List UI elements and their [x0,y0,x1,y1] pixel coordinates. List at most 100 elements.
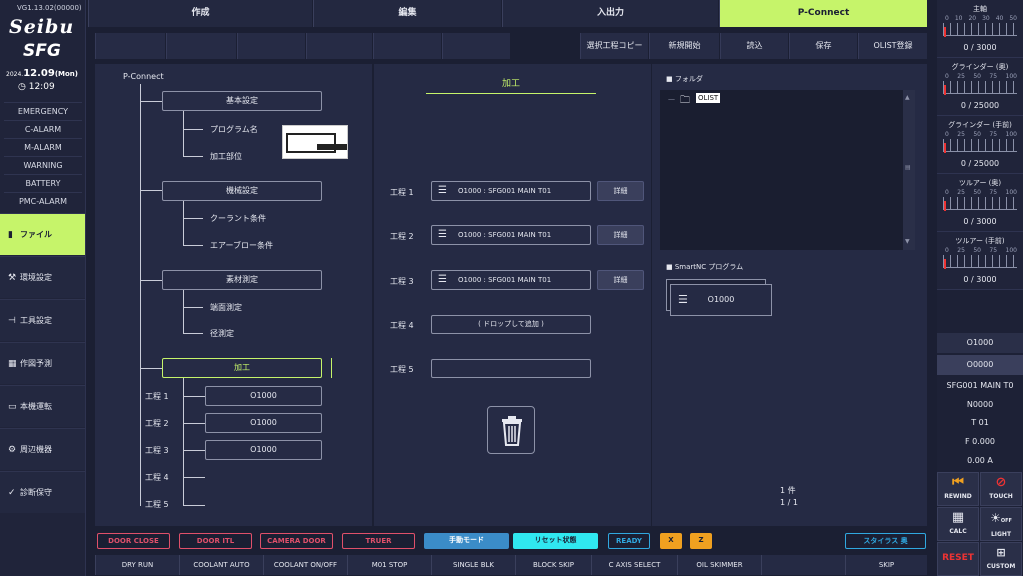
folder-tree-view[interactable]: — 🗀 OLIST ▲ ▤ ▼ [660,90,915,250]
tree-end-face[interactable]: 端面測定 [210,302,242,313]
subtab-2[interactable] [166,33,236,59]
light-button[interactable]: ☀OFF LIGHT [980,507,1022,541]
gauge-title: グラインダー (奥) [951,63,1009,71]
tree-diameter[interactable]: 径測定 [210,328,234,339]
nav-peripheral[interactable]: ⚙ 周辺機器 [0,428,85,470]
olist-register-button[interactable]: OLIST登録 [858,33,927,59]
tree-machine-settings[interactable]: 機械設定 [162,181,322,201]
oil-skimmer-key[interactable]: OIL SKIMMER [677,555,761,575]
nav-tool[interactable]: ⊣ 工具設定 [0,299,85,341]
tab-edit[interactable]: 編集 [313,0,501,27]
tree-basic-settings[interactable]: 基本設定 [162,91,322,111]
tree-airblow[interactable]: エアーブロー条件 [210,240,273,251]
folder-item-olist[interactable]: OLIST [696,93,721,103]
nav-schedule[interactable]: ▦ 作図予測 [0,342,85,384]
tree-step-label: 工程 4 [145,473,169,482]
scroll-down-icon[interactable]: ▼ [905,238,910,245]
tree-step-label: 工程 1 [145,392,169,401]
grid-icon: ⊞ [996,546,1006,559]
step-program-slot[interactable]: ☰ O1000 : SFG001 MAIN T01 [431,225,591,245]
nav-environment[interactable]: ⚒ 環境設定 [0,256,85,298]
tree-branch [183,423,205,424]
scroll-up-icon[interactable]: ▲ [905,94,910,101]
single-block-key[interactable]: SINGLE BLK [431,555,515,575]
tree-step-program[interactable]: O1000 [205,386,322,406]
gauge-scale: 0 25 50 75 100 [945,131,1017,138]
gauge-value: 0 / 3000 [963,275,997,284]
c-axis-select-key[interactable]: C AXIS SELECT [591,555,677,575]
calc-button[interactable]: ▦ CALC [937,507,979,541]
tree-material-measure[interactable]: 素材測定 [162,270,322,290]
truer-status: TRUER [342,533,415,549]
step-empty-slot[interactable] [431,359,591,378]
new-start-button[interactable]: 新規開始 [649,33,719,59]
tool-number: T 01 [971,418,989,427]
step-program-slot[interactable]: ☰ O1000 : SFG001 MAIN T01 [431,181,591,201]
gauge-scale: 0 10 20 30 40 50 [945,15,1017,22]
coolant-auto-key[interactable]: COOLANT AUTO [179,555,263,575]
tree-root: P-Connect [123,72,164,81]
touch-button[interactable]: ⊘ TOUCH [980,472,1022,506]
reset-state-status: リセット状態 [513,533,598,549]
alarm-c: C-ALARM [4,120,82,137]
custom-button[interactable]: ⊞ CUSTOM [980,542,1022,576]
door-itl-status: DOOR ITL [179,533,252,549]
rewind-icon: ⏮ [952,475,964,490]
step-drop-slot[interactable]: ( ドロップして追加 ) [431,315,591,334]
skip-key[interactable]: SKIP [845,555,927,575]
wrench-icon: ⚒ [8,273,17,283]
save-button[interactable]: 保存 [789,33,857,59]
tab-create[interactable]: 作成 [88,0,312,27]
tree-trunk [140,84,141,506]
detail-button[interactable]: 詳細 [597,270,644,290]
gauge-value: 0 / 25000 [960,159,1000,168]
block-skip-key[interactable]: BLOCK SKIP [515,555,591,575]
detail-button[interactable]: 詳細 [597,181,644,201]
coolant-onoff-key[interactable]: COOLANT ON/OFF [263,555,347,575]
subtab-3[interactable] [237,33,305,59]
feed-rate: F 0.000 [964,437,996,446]
tree-expander: — [668,95,675,103]
gauge-title: ツルアー (奥) [958,179,1002,187]
m01-stop-key[interactable]: M01 STOP [347,555,431,575]
alarm-emergency: EMERGENCY [4,102,82,119]
scrollbar[interactable]: ▲ ▤ ▼ [903,90,915,250]
alarm-m: M-ALARM [4,138,82,155]
nav-file[interactable]: ▮ ファイル [0,213,85,255]
reset-button[interactable]: RESET [937,542,979,576]
copy-step-button[interactable]: 選択工程コピー [580,33,648,59]
tab-p-connect[interactable]: P-Connect [719,0,927,27]
folder-icon: 🗀 [680,95,690,106]
door-close-status: DOOR CLOSE [97,533,170,549]
subtab-6[interactable] [442,33,510,59]
trash-button[interactable] [487,406,535,454]
subtab-1[interactable] [95,33,165,59]
tree-machining[interactable]: 加工 [162,358,322,378]
tree-branch [183,450,205,451]
blank-key[interactable] [761,555,845,575]
tree-branch [140,190,162,191]
rewind-button[interactable]: ⏮ REWIND [937,472,979,506]
tree-step-program[interactable]: O1000 [205,440,322,460]
subtab-5[interactable] [373,33,441,59]
tree-coolant[interactable]: クーラント条件 [210,213,266,224]
nav-operation[interactable]: ▭ 本機運転 [0,385,85,427]
x-axis-status: X [660,533,682,549]
load-button[interactable]: 読込 [720,33,788,59]
menu-icon: ☰ [438,229,447,240]
smartnc-item[interactable]: ☰ O1000 [670,284,772,316]
gauge-marker [944,259,946,269]
tab-io[interactable]: 入出力 [502,0,718,27]
tree-program-name[interactable]: プログラム名 [210,124,258,135]
tree-step-program[interactable]: O1000 [205,413,322,433]
step-program-slot[interactable]: ☰ O1000 : SFG001 MAIN T01 [431,270,591,290]
dry-run-key[interactable]: DRY RUN [95,555,179,575]
subtab-4[interactable] [306,33,372,59]
scroll-thumb-icon[interactable]: ▤ [905,164,911,171]
grinder-front-gauge: グラインダー (手前) 0 25 50 75 100 0 / 25000 [937,116,1023,174]
nav-diagnosis[interactable]: ✓ 診断保守 [0,471,85,513]
sequence-number: O0000 [937,355,1023,375]
detail-button[interactable]: 詳細 [597,225,644,245]
light-icon: ☀OFF [990,511,1012,525]
tree-machining-part[interactable]: 加工部位 [210,151,242,162]
